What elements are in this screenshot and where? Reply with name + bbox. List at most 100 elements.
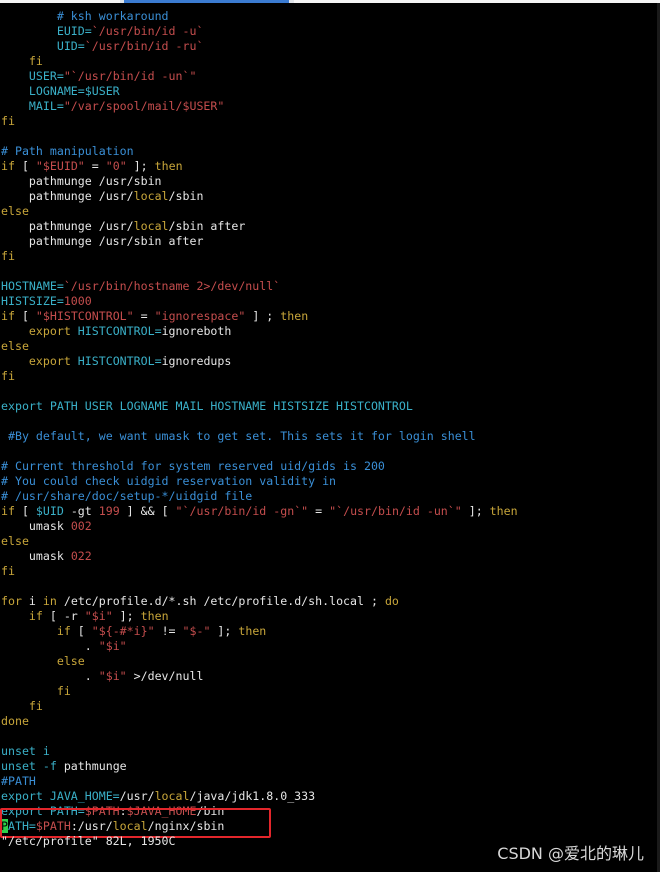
code-token: then (140, 609, 169, 623)
vim-status-line: "/etc/profile" 82L, 1950C (1, 834, 176, 848)
code-token: /usr/ (119, 789, 155, 803)
code-line: fi (1, 249, 656, 264)
code-line: # Path manipulation (1, 144, 656, 159)
code-token: # You could check uidgid reservation val… (1, 474, 337, 488)
code-token: "0" (105, 159, 127, 173)
code-token: [ (70, 624, 92, 638)
code-token: do (384, 594, 399, 608)
code-token: ]; (210, 624, 239, 638)
code-token: /sbin (168, 189, 204, 203)
code-token: # /usr/share/doc/setup-*/uidgid file (1, 489, 253, 503)
code-token: then (238, 624, 267, 638)
code-line: UID=`/usr/bin/id -ru` (1, 39, 656, 54)
code-token: else (1, 339, 29, 353)
code-token: # ksh workaround (56, 9, 169, 23)
code-line: else (1, 339, 656, 354)
tab-right[interactable] (294, 0, 660, 3)
code-token: if (28, 609, 43, 623)
code-line: unset i (1, 744, 656, 759)
code-line: umask 022 (1, 549, 656, 564)
code-token: USER= (28, 69, 64, 83)
code-token: # Current threshold for system reserved … (1, 459, 385, 473)
code-line: pathmunge /usr/sbin (1, 174, 656, 189)
code-token: HOSTNAME= (1, 279, 64, 293)
code-token: then (280, 309, 309, 323)
code-line: else (1, 534, 656, 549)
code-token: . (1, 639, 99, 653)
code-token: fi (28, 54, 43, 68)
code-token: fi (1, 369, 15, 383)
code-token: ignoreboth (161, 324, 232, 338)
code-line: else (1, 654, 656, 669)
code-token: # Path manipulation (1, 144, 134, 158)
code-line: if [ $UID -gt 199 ] && [ "`/usr/bin/id -… (1, 504, 656, 519)
code-token: local (133, 189, 169, 203)
code-token: pathmunge /usr/sbin after (1, 234, 204, 248)
code-token: "$EUID" (35, 159, 85, 173)
terminal-editor[interactable]: # ksh workaround EUID=`/usr/bin/id -u` U… (1, 9, 656, 834)
code-token: #By default, we want umask to get set. T… (1, 429, 476, 443)
code-token: HISTSIZE= (1, 294, 64, 308)
code-line: export JAVA_HOME=/usr/local/java/jdk1.8.… (1, 789, 656, 804)
code-token: 199 (98, 504, 120, 518)
code-token: export JAVA_HOME= (1, 789, 120, 803)
code-token: done (1, 714, 29, 728)
code-token: ignoredups (161, 354, 232, 368)
code-token: fi (1, 564, 15, 578)
code-token: pathmunge /usr/sbin (1, 174, 162, 188)
code-token: /sbin after (168, 219, 246, 233)
code-line: # Current threshold for system reserved … (1, 459, 656, 474)
code-line: HISTSIZE=1000 (1, 294, 656, 309)
code-token: export PATH USER LOGNAME MAIL HOSTNAME H… (1, 399, 413, 413)
code-token: 1000 (63, 294, 92, 308)
code-line: fi (1, 564, 656, 579)
code-token: [ -r (42, 609, 85, 623)
code-token: "$i" (84, 609, 113, 623)
code-line: HOSTNAME=`/usr/bin/hostname 2>/dev/null` (1, 279, 656, 294)
tab-left[interactable] (0, 0, 120, 3)
code-token: ] ; (245, 309, 281, 323)
code-line: done (1, 714, 656, 729)
code-line: fi (1, 114, 656, 129)
code-token: #PATH (1, 774, 36, 788)
code-token: pathmunge /usr/ (1, 219, 134, 233)
code-token: fi (28, 699, 43, 713)
code-token: = (308, 504, 330, 518)
code-token: `/usr/bin/id -ru` (84, 39, 204, 53)
window-tab-strip (0, 0, 660, 3)
code-token: `/usr/bin/id -u` (91, 24, 204, 38)
code-token: fi (56, 684, 71, 698)
code-line: pathmunge /usr/sbin after (1, 234, 656, 249)
code-token: fi (1, 249, 15, 263)
code-token: local (154, 789, 190, 803)
code-token: "`/usr/bin/id -un`" (63, 69, 197, 83)
code-token: "${-#*i}" (91, 624, 155, 638)
code-line: . "$i" (1, 639, 656, 654)
code-line: #By default, we want umask to get set. T… (1, 429, 656, 444)
code-token: -gt (63, 504, 99, 518)
code-line: MAIL="/var/spool/mail/$USER" (1, 99, 656, 114)
code-line: if [ -r "$i" ]; then (1, 609, 656, 624)
code-token: UID= (56, 39, 85, 53)
code-token: if (1, 309, 15, 323)
code-token: "`/usr/bin/id -un`" (329, 504, 462, 518)
code-token: if (1, 159, 15, 173)
tab-active[interactable] (124, 0, 289, 3)
code-token: [ (14, 309, 36, 323)
code-line: #PATH (1, 774, 656, 789)
code-line: # /usr/share/doc/setup-*/uidgid file (1, 489, 656, 504)
code-token: LOGNAME= (28, 84, 85, 98)
code-line: fi (1, 54, 656, 69)
